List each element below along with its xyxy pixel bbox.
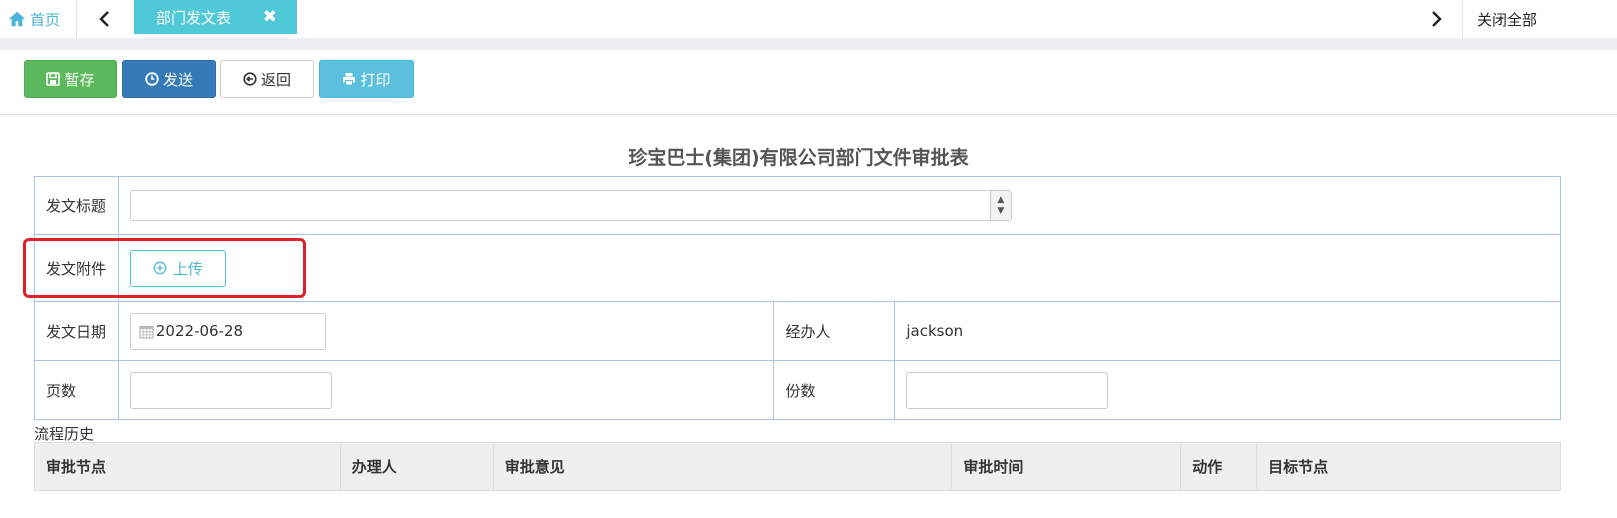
- chevron-right-icon: [1432, 11, 1442, 27]
- print-button[interactable]: 打印: [319, 60, 414, 98]
- tab-dept-dispatch-label: 部门发文表: [156, 8, 232, 27]
- print-label: 打印: [360, 70, 391, 89]
- col-target-node: 目标节点: [1256, 442, 1561, 491]
- send-label: 发送: [162, 70, 193, 89]
- handler-value: jackson: [894, 301, 1561, 361]
- doc-title-resize-handle[interactable]: ▲ ▼: [989, 191, 1011, 220]
- tab-bar: 首页 部门发文表 ✖ 关闭全部: [0, 0, 1617, 38]
- col-approval-opinion: 审批意见: [492, 442, 953, 491]
- copies-cell: [894, 360, 1561, 420]
- form-row-date: 发文日期 2022-06-28 经办人 jackson: [34, 301, 1561, 361]
- form-row-attachment: 发文附件 上传: [34, 234, 1562, 302]
- pages-cell: [117, 360, 775, 420]
- floppy-icon: [46, 72, 61, 86]
- attachment-label: 发文附件: [34, 234, 119, 302]
- date-picker-field[interactable]: 2022-06-28: [129, 312, 326, 350]
- upload-button[interactable]: 上传: [129, 249, 226, 287]
- save-draft-button[interactable]: 暂存: [24, 60, 117, 98]
- handler-label: 经办人: [773, 301, 896, 361]
- printer-icon: [343, 73, 356, 86]
- content-separator: [0, 38, 1617, 50]
- tab-scroll-left-button[interactable]: [77, 0, 133, 38]
- action-toolbar: 暂存 发送 返回 打印: [0, 50, 1617, 115]
- form-title: 珍宝巴士(集团)有限公司部门文件审批表: [628, 147, 969, 169]
- pages-label: 页数: [34, 360, 119, 420]
- tab-dept-dispatch[interactable]: 部门发文表 ✖: [134, 0, 297, 34]
- doc-title-wrapper: ▲ ▼: [129, 190, 1012, 221]
- home-icon: [8, 11, 26, 27]
- chevron-left-icon: [99, 11, 109, 27]
- back-button[interactable]: 返回: [220, 60, 314, 98]
- back-arrow-icon: [243, 72, 257, 86]
- col-approval-time: 审批时间: [951, 442, 1182, 491]
- home-tab-label: 首页: [30, 10, 61, 29]
- date-label: 发文日期: [34, 301, 119, 361]
- save-draft-label: 暂存: [64, 70, 95, 89]
- col-approval-node: 审批节点: [34, 442, 341, 491]
- close-tab-icon[interactable]: ✖: [263, 7, 277, 27]
- upload-label: 上传: [172, 259, 203, 278]
- attachment-cell: 上传: [117, 234, 1562, 302]
- home-tab[interactable]: 首页: [0, 0, 77, 38]
- process-history-label: 流程历史: [34, 425, 95, 443]
- date-value: 2022-06-28: [155, 322, 244, 340]
- doc-title-cell: ▲ ▼: [117, 176, 1562, 235]
- tab-scroll-right-button[interactable]: [1410, 0, 1462, 38]
- date-cell: 2022-06-28: [117, 301, 775, 361]
- back-label: 返回: [260, 70, 291, 89]
- form-row-counts: 页数 份数: [34, 360, 1561, 420]
- calendar-icon: [139, 325, 154, 338]
- copies-input[interactable]: [906, 371, 1109, 409]
- copies-label: 份数: [773, 360, 896, 420]
- col-handler: 办理人: [339, 442, 494, 491]
- send-button[interactable]: 发送: [122, 60, 216, 98]
- doc-title-label: 发文标题: [34, 176, 119, 235]
- caret-up-icon: ▲: [997, 194, 1005, 205]
- close-all-tabs-button[interactable]: 关闭全部: [1462, 0, 1617, 38]
- doc-title-input[interactable]: [129, 190, 1012, 221]
- caret-down-icon: ▼: [997, 205, 1005, 216]
- history-header-row: 审批节点 办理人 审批意见 审批时间 动作 目标节点: [34, 442, 1561, 491]
- clock-icon: [145, 72, 159, 86]
- process-history-table: 审批节点 办理人 审批意见 审批时间 动作 目标节点: [34, 442, 1561, 491]
- plus-circle-icon: [153, 261, 167, 275]
- pages-input[interactable]: [129, 371, 332, 409]
- form-row-title: 发文标题 ▲ ▼: [34, 176, 1562, 235]
- approval-form-table: 发文标题 ▲ ▼ 发文附件 上传 发文日期 2022-06-28 经办人 jac…: [34, 176, 1562, 420]
- col-action: 动作: [1180, 442, 1258, 491]
